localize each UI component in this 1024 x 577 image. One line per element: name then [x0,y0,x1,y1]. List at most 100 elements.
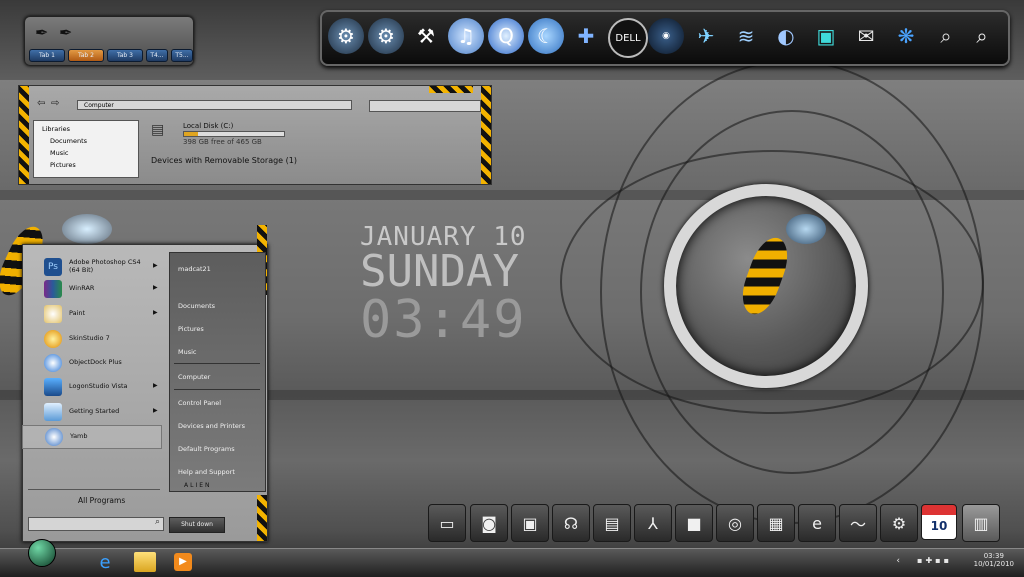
disc-icon[interactable]: ◎ [716,504,754,542]
hard-drive-icon: ▤ [151,122,165,138]
tab-4[interactable]: T4... [146,49,168,62]
headphones-icon[interactable]: ☊ [552,504,590,542]
program-label: Yamb [70,432,88,440]
alien-brand-logo: ALIEN [184,482,212,489]
bee-head [62,214,112,244]
program-item-objectdock[interactable]: ObjectDock Plus [22,352,160,374]
program-item-skinstudio[interactable]: SkinStudio 7 [22,328,160,350]
tab-2[interactable]: Tab 2 [68,49,104,62]
all-programs-button[interactable]: All Programs [78,496,125,505]
getting-started-icon [44,403,62,421]
back-arrow-icon[interactable]: ⇦ [37,98,45,109]
submenu-arrow-icon: ▶ [153,284,158,291]
yamb-icon [45,428,63,446]
tray-icons[interactable]: ▪✚▪▪ [917,556,952,565]
calendar-icon[interactable]: 10 [921,504,957,540]
place-item-devices-printers[interactable]: Devices and Printers [178,422,245,430]
start-menu-programs: Ps Adobe Photoshop CS4 (64 Bit) ▶ WinRAR… [22,248,162,488]
photoshop-icon: Ps [44,258,62,276]
gear-icon[interactable]: ⚙ [328,18,364,54]
start-menu-divider [28,489,160,490]
video-camera-icon[interactable]: ■ [675,504,713,542]
media-player-icon[interactable]: ▶ [174,553,192,571]
ie-icon[interactable]: e [798,504,836,542]
tray-chevron-icon[interactable]: ‹ [896,556,900,566]
place-item-computer[interactable]: Computer [178,373,210,381]
removable-storage-group[interactable]: Devices with Removable Storage (1) [151,156,297,165]
submenu-arrow-icon: ▶ [153,407,158,414]
gear-icon[interactable]: ⚙ [880,504,918,542]
nav-item-music[interactable]: Music [50,149,69,157]
drive-usage-fill [184,132,198,136]
cube-icon[interactable]: ▣ [808,18,844,54]
skinstudio-icon [44,330,62,348]
program-label: ObjectDock Plus [69,358,122,366]
brain-icon[interactable]: ❋ [888,18,924,54]
search-icon[interactable]: ⌕ [964,18,1000,54]
start-orb-button[interactable] [28,539,56,567]
studio-icon[interactable]: ◉ [648,18,684,54]
magnifier-icon[interactable]: ⌕ [928,18,964,54]
user-folder-icon[interactable]: ▣ [511,504,549,542]
submenu-arrow-icon: ▶ [153,382,158,389]
music-icon[interactable]: ♫ [448,18,484,54]
ie-icon[interactable]: e [94,552,116,574]
program-item-yamb[interactable]: Yamb [22,425,162,449]
gimp-icon[interactable]: ☾ [528,18,564,54]
places-divider [174,363,260,364]
dell-icon[interactable]: DELL [608,18,648,58]
nav-item-libraries[interactable]: Libraries [42,125,70,133]
drive-label[interactable]: Local Disk (C:) [183,122,233,130]
start-menu-places: madcat21 Documents Pictures Music Comput… [169,252,266,492]
submenu-arrow-icon: ▶ [153,309,158,316]
wave-icon[interactable]: ≋ [728,18,764,54]
aim-icon[interactable]: ✈ [688,18,724,54]
tab-5[interactable]: T5... [171,49,193,62]
program-item-getting-started[interactable]: Getting Started ▶ [22,401,160,423]
program-item-paint[interactable]: Paint ▶ [22,303,160,325]
explorer-window: ⇦ ⇨ Computer Libraries Documents Music P… [18,85,492,185]
place-item-music[interactable]: Music [178,348,197,356]
program-item-winrar[interactable]: WinRAR ▶ [22,278,160,300]
tools-icon[interactable]: ⚒ [408,18,444,54]
forward-arrow-icon[interactable]: ⇨ [51,98,59,109]
tab-3[interactable]: Tab 3 [107,49,143,62]
tray-clock-date[interactable]: 10/01/2010 [974,560,1014,568]
paint-icon [44,305,62,323]
taskbar: e ▶ ‹ ▪✚▪▪ 03:39 10/01/2010 [0,539,1024,577]
bottom-dock: ▭ ◙ ▣ ☊ ▤ ⅄ ■ ◎ ▦ e 〜 ⚙ 10 ▥ [424,500,1002,544]
folder-icon[interactable] [134,552,156,572]
explorer-search-input[interactable] [369,100,481,112]
clapper-icon[interactable]: ▤ [593,504,631,542]
wave-icon[interactable]: 〜 [839,504,877,542]
program-label: SkinStudio 7 [69,334,110,342]
place-item-help-support[interactable]: Help and Support [178,468,235,476]
camera-icon[interactable]: ◙ [470,504,508,542]
place-item-documents[interactable]: Documents [178,302,215,310]
place-item-pictures[interactable]: Pictures [178,325,204,333]
program-item-photoshop[interactable]: Ps Adobe Photoshop CS4 (64 Bit) ▶ [22,256,160,278]
place-item-control-panel[interactable]: Control Panel [178,399,221,407]
trash-icon[interactable]: ▥ [962,504,1000,542]
calculator-icon[interactable]: ▦ [757,504,795,542]
program-label: LogonStudio Vista [69,382,128,390]
place-item-default-programs[interactable]: Default Programs [178,445,235,453]
shutdown-button[interactable]: Shut down [169,517,225,533]
nav-item-pictures[interactable]: Pictures [50,161,76,169]
monitor-icon[interactable]: ▭ [428,504,466,542]
quicktime-icon[interactable]: Q [488,18,524,54]
tab-1[interactable]: Tab 1 [29,49,65,62]
mail-icon[interactable]: ✉ [848,18,884,54]
browser-icon[interactable]: ◐ [768,18,804,54]
program-item-logonstudio[interactable]: LogonStudio Vista ▶ [22,376,160,398]
program-label: Getting Started [69,407,120,415]
recycle-arrows-icon[interactable]: ⅄ [634,504,672,542]
place-item-user[interactable]: madcat21 [178,265,211,273]
gamepad-icon[interactable]: ✚ [568,18,604,54]
start-search-input[interactable]: ⌕ [28,517,164,531]
orb-ring [664,184,868,388]
gear-icon[interactable]: ⚙ [368,18,404,54]
nav-item-documents[interactable]: Documents [50,137,87,145]
tray-clock-time[interactable]: 03:39 [974,552,1014,560]
address-bar[interactable]: Computer [77,100,352,110]
